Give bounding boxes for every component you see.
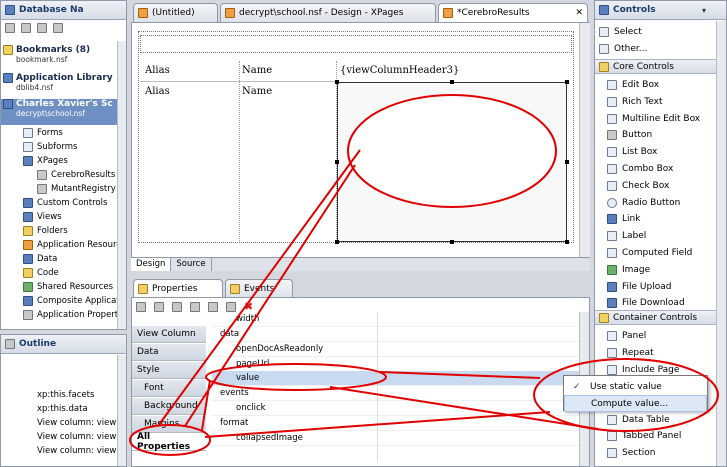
annotation-overlay (129, 94, 719, 456)
annotation-ellipse-value (205, 363, 387, 391)
annotation-line (329, 386, 599, 430)
annotation-line (201, 379, 211, 431)
annotation-ellipse-all-properties (129, 424, 211, 456)
annotation-line (204, 411, 551, 438)
annotation-ellipse-placeholder (347, 94, 557, 208)
annotation-ellipse-menu (533, 358, 719, 432)
annotation-line (184, 164, 356, 427)
annotation-line (379, 371, 541, 379)
annotation-line (157, 149, 361, 427)
